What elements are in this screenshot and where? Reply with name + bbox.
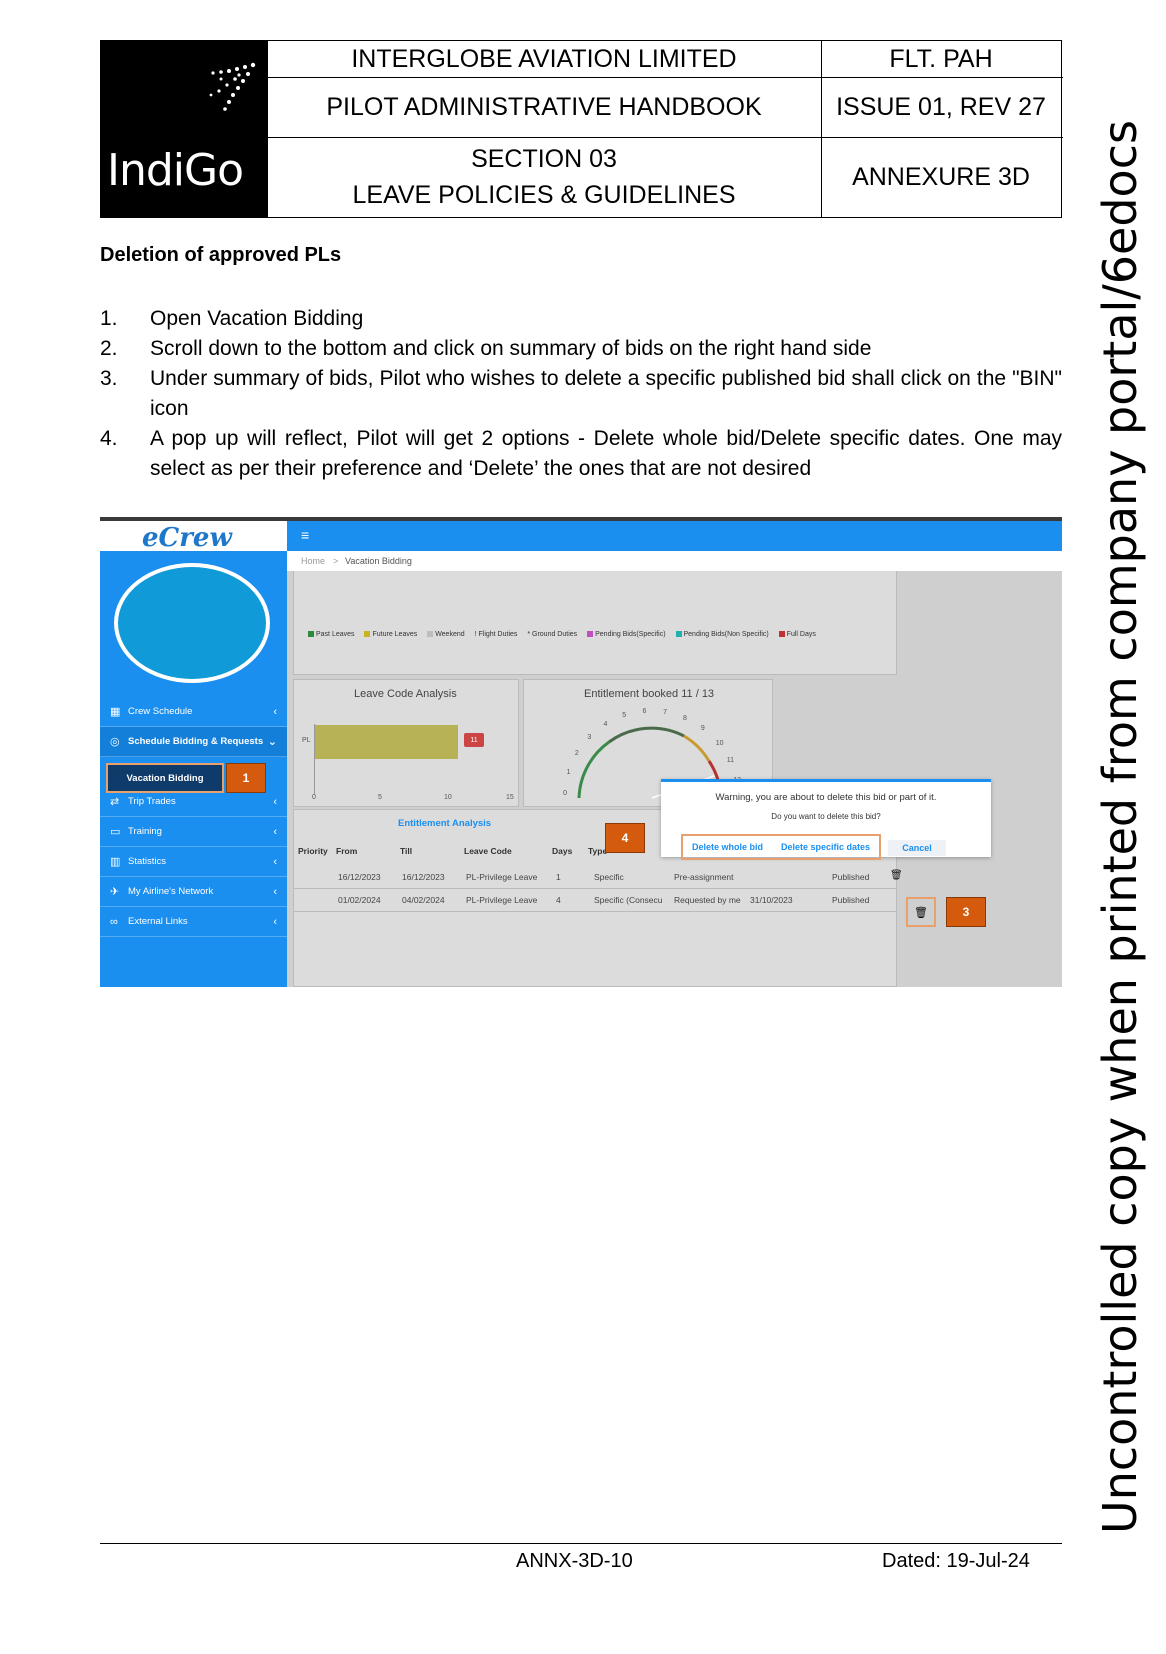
training-icon: ▭ [110, 826, 121, 838]
bin-highlight[interactable]: 🗑 [906, 897, 936, 927]
legend-swatch [778, 631, 785, 638]
breadcrumb-home[interactable]: Home [301, 556, 325, 566]
cancel-button[interactable]: Cancel [888, 840, 946, 856]
leave-code-panel: Leave Code Analysis PL 11 0 5 10 15 [293, 679, 519, 807]
delete-options: Delete whole bid Delete specific dates [681, 834, 881, 860]
gauge-tick-label: 8 [682, 714, 687, 722]
legend-swatch [675, 631, 682, 638]
bar-label: PL [302, 737, 311, 744]
sidebar-item-trip-trades[interactable]: ⇄ Trip Trades ‹ [100, 787, 287, 817]
gauge-tick-label: 6 [642, 708, 647, 716]
table-row: 01/02/2024 04/02/2024 PL-Privilege Leave… [294, 888, 896, 912]
leave-code-title: Leave Code Analysis [354, 688, 457, 700]
bin-icon[interactable]: 🗑 [914, 906, 928, 919]
company-name: INTERGLOBE AVIATION LIMITED [351, 44, 737, 73]
chevron-left-icon: ‹ [273, 915, 277, 928]
doc-code: FLT. PAH [889, 44, 993, 73]
page-date: Dated: 19-Jul-24 [882, 1550, 1030, 1572]
sidebar-item-schedule-bidding[interactable]: ◎ Schedule Bidding & Requests ⌄ [100, 727, 287, 757]
gauge-tick-label: 9 [700, 725, 705, 733]
plane-icon: ✈ [110, 886, 120, 898]
chevron-down-icon: ⌄ [267, 736, 277, 748]
section-name: LEAVE POLICIES & GUIDELINES [352, 181, 736, 209]
sidebar-item-training[interactable]: ▭ Training ‹ [100, 817, 287, 847]
gauge-tick-label: 2 [574, 750, 579, 758]
calendar-panel [293, 571, 897, 675]
section-title: SECTION 03 LEAVE POLICIES & GUIDELINES [267, 137, 821, 217]
link-icon: ∞ [110, 915, 118, 928]
gauge-tick-label: 4 [603, 721, 608, 729]
bidding-icon: ◎ [110, 736, 120, 748]
chevron-left-icon: ‹ [273, 795, 277, 808]
bar-value-badge: 11 [464, 733, 484, 747]
sidebar-item-external-links[interactable]: ∞ External Links ‹ [100, 907, 287, 937]
section-number: SECTION 03 [471, 144, 617, 173]
delete-bid-dialog: Warning, you are about to delete this bi… [661, 779, 991, 860]
legend-swatch [364, 631, 371, 638]
plane-dots-icon [209, 62, 256, 111]
issue-rev: ISSUE 01, REV 27 [836, 92, 1046, 121]
gauge-tick-label: 3 [587, 733, 592, 741]
step-badge-3: 3 [946, 897, 986, 927]
page-code: ANNX-3D-10 [516, 1550, 633, 1572]
delete-specific-dates-button[interactable]: Delete specific dates [781, 842, 870, 852]
entitlement-title: Entitlement booked 11 / 13 [584, 688, 715, 700]
gauge-tick-label: 7 [663, 709, 668, 717]
breadcrumb-separator: > [333, 556, 339, 566]
legend-swatch [308, 631, 314, 638]
gauge-tick-label: 1 [566, 769, 571, 777]
list-item: 1. Open Vacation Bidding [100, 307, 364, 330]
indigo-logo: IndiGo [101, 41, 267, 217]
step-list: 1. Open Vacation Bidding 2. Scroll down to… [100, 304, 1062, 484]
document-header: IndiGo INTERGLOBE AVIATION LIMITED FLT. … [100, 40, 1063, 218]
trade-icon: ⇄ [110, 796, 120, 808]
statistics-icon: ▥ [110, 856, 121, 868]
uncontrolled-copy-watermark: Uncontrolled copy when printed from comp… [1093, 120, 1147, 1534]
page-title: Deletion of approved PLs [100, 244, 342, 266]
gauge-tick-label: 10 [715, 739, 724, 747]
app-logo: eCrew [100, 521, 287, 553]
top-bar: ≡ [287, 521, 1062, 551]
chevron-left-icon: ‹ [273, 885, 277, 898]
legend-swatch [587, 631, 594, 638]
sidebar-item-statistics[interactable]: ▥ Statistics ‹ [100, 847, 287, 877]
handbook-title: PILOT ADMINISTRATIVE HANDBOOK [326, 92, 762, 121]
gauge-tick-label: 0 [563, 789, 567, 797]
breadcrumb: Home > Vacation Bidding [287, 551, 1062, 571]
chevron-left-icon: ‹ [273, 825, 277, 838]
dialog-question: Do you want to delete this bid? [771, 812, 881, 821]
chevron-left-icon: ‹ [273, 855, 277, 868]
gauge-tick-label: 5 [622, 712, 627, 720]
calendar-legend: Past Leaves Future Leaves Weekend ! Flig… [300, 631, 816, 638]
footer-divider [100, 1543, 1062, 1544]
list-item: 4. A pop up will reflect, Pilot will get … [100, 427, 1062, 480]
gauge-tick-label: 11 [726, 757, 734, 765]
chevron-left-icon: ‹ [273, 705, 277, 718]
sidebar: eCrew ▦ Crew Schedule ‹ ◎ Schedule Biddi… [100, 521, 287, 987]
sidebar-item-crew-schedule[interactable]: ▦ Crew Schedule ‹ [100, 697, 287, 727]
avatar [114, 563, 270, 683]
sidebar-item-airline-network[interactable]: ✈ My Airline's Network ‹ [100, 877, 287, 907]
menu-icon[interactable]: ≡ [301, 527, 309, 543]
ecrew-screenshot: eCrew ▦ Crew Schedule ‹ ◎ Schedule Biddi… [100, 517, 1062, 987]
dialog-warning: Warning, you are about to delete this bi… [715, 792, 937, 803]
step-badge-4: 4 [605, 823, 645, 853]
list-item: 3. Under summary of bids, Pilot who wishe… [100, 367, 1062, 420]
bin-icon[interactable]: 🗑 [890, 870, 903, 881]
legend-swatch [427, 631, 434, 638]
list-item: 2. Scroll down to the bottom and click on… [100, 337, 872, 360]
calendar-icon: ▦ [110, 706, 121, 718]
annexure: ANNEXURE 3D [852, 162, 1030, 191]
tab-entitlement-analysis[interactable]: Entitlement Analysis [398, 818, 491, 829]
breadcrumb-current: Vacation Bidding [345, 556, 412, 566]
bar [315, 725, 458, 759]
delete-whole-bid-button[interactable]: Delete whole bid [692, 842, 763, 852]
brand-name: IndiGo [107, 145, 244, 196]
